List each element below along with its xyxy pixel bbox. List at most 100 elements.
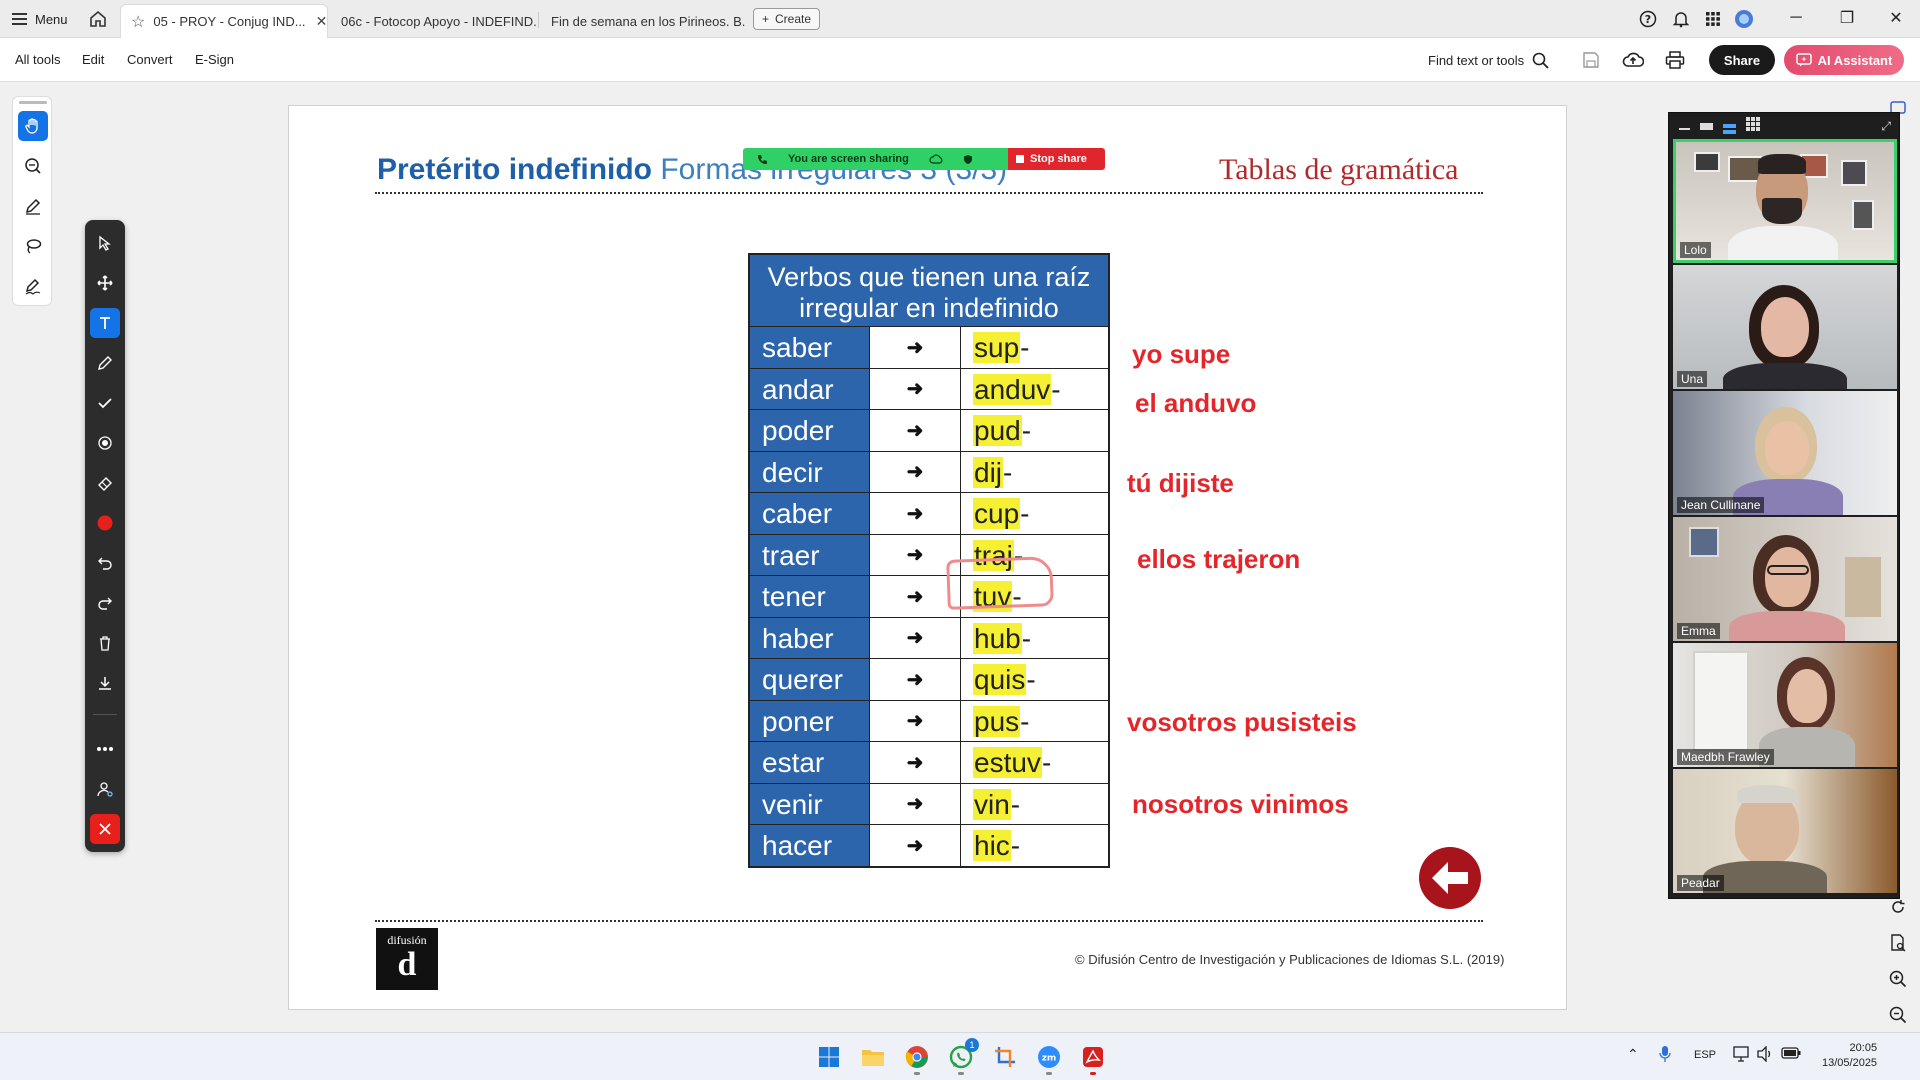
share-button[interactable]: Share (1709, 45, 1775, 75)
redo-icon[interactable] (90, 588, 120, 618)
stem-suffix: - (1003, 456, 1013, 488)
menu-button[interactable]: Menu (12, 8, 68, 30)
back-arrow-button[interactable] (1419, 847, 1481, 909)
verb-cell: caber (750, 493, 869, 534)
help-icon[interactable]: ? (1637, 8, 1659, 30)
screen-share-status-text: You are screen sharing (788, 153, 909, 165)
verb-table-row: tener ➜ tuv- (750, 575, 1108, 617)
minimize-panel-icon[interactable] (1679, 123, 1690, 130)
minimize-window-icon[interactable]: ─ (1776, 6, 1816, 30)
home-icon[interactable] (86, 7, 110, 31)
more-options-icon[interactable] (90, 734, 120, 764)
menu-edit[interactable]: Edit (82, 52, 104, 67)
system-clock[interactable]: 20:05 13/05/2025 (1822, 1041, 1877, 1071)
close-tab-icon[interactable]: ✕ (306, 13, 327, 30)
create-label: Create (775, 12, 812, 26)
clock-time: 20:05 (1849, 1042, 1878, 1054)
stop-square-icon (1016, 155, 1024, 163)
close-toolbar-icon[interactable] (90, 814, 120, 844)
apps-grid-icon[interactable] (1702, 8, 1724, 30)
hand-tool-icon[interactable] (18, 111, 48, 141)
volume-icon[interactable] (1756, 1045, 1774, 1065)
select-arrow-icon[interactable] (90, 228, 120, 258)
stem-cell: sup- (961, 327, 1108, 368)
participant-name: Maedbh Frawley (1677, 749, 1774, 765)
speaker-view-icon[interactable] (1700, 122, 1713, 130)
stem-highlight: hic (973, 830, 1011, 861)
page-search-icon[interactable] (1886, 931, 1910, 955)
tray-overflow-icon[interactable]: ⌃ (1627, 1046, 1639, 1063)
cloud-upload-icon[interactable] (1621, 48, 1645, 72)
eraser-icon[interactable] (90, 468, 120, 498)
shield-icon (963, 154, 972, 164)
print-icon[interactable] (1663, 48, 1687, 72)
snipping-tool-icon[interactable] (989, 1041, 1021, 1073)
language-indicator[interactable]: ESP (1694, 1049, 1716, 1061)
save-icon[interactable] (1579, 48, 1603, 72)
annotation-text: vosotros pusisteis (1127, 707, 1357, 737)
acrobat-icon[interactable] (1077, 1041, 1109, 1075)
participant-tile[interactable]: Una (1673, 265, 1897, 389)
restore-window-icon[interactable]: ❐ (1827, 6, 1867, 30)
expand-panel-icon[interactable]: ⤢ (1881, 119, 1891, 134)
stem-cell: quis- (961, 659, 1108, 700)
document-page[interactable]: Pretérito indefinido Formas irregulares … (288, 105, 1567, 1010)
participant-tile[interactable]: Maedbh Frawley (1673, 643, 1897, 767)
strip-view-icon[interactable] (1723, 124, 1736, 128)
tab-3[interactable]: Fin de semana en los Pirineos. B... (541, 4, 746, 38)
participant-tile[interactable]: Peadar (1673, 769, 1897, 893)
stamp-icon[interactable] (90, 428, 120, 458)
stop-share-label: Stop share (1030, 153, 1087, 165)
create-button[interactable]: + Create (753, 8, 821, 30)
tab-active[interactable]: ☆ 05 - PROY - Conjug IND... ✕ (120, 4, 328, 38)
panel-grip[interactable] (19, 101, 47, 104)
verb-table-row: caber ➜ cup- (750, 492, 1108, 534)
verb-table-row: venir ➜ vin- (750, 782, 1108, 824)
menu-e-sign[interactable]: E-Sign (195, 52, 234, 67)
display-icon[interactable] (1733, 1046, 1751, 1065)
download-icon[interactable] (90, 668, 120, 698)
zoom-app-icon[interactable]: zm (1033, 1041, 1065, 1075)
close-window-icon[interactable]: ✕ (1876, 6, 1916, 30)
checkmark-icon[interactable] (90, 388, 120, 418)
logo-letter: d (397, 946, 417, 983)
stop-share-button[interactable]: Stop share (1008, 148, 1105, 170)
participant-tile[interactable]: Lolo (1673, 139, 1897, 263)
draw-pen-icon[interactable] (18, 191, 48, 221)
menu-all-tools[interactable]: All tools (15, 52, 61, 67)
ai-assistant-button[interactable]: AI Assistant (1784, 45, 1904, 75)
color-picker-red-icon[interactable] (90, 508, 120, 538)
file-explorer-icon[interactable] (857, 1041, 889, 1073)
annotation-text: nosotros vinimos (1132, 789, 1349, 819)
participant-tile[interactable]: Jean Cullinane (1673, 391, 1897, 515)
windows-start-icon[interactable] (813, 1041, 845, 1073)
star-icon[interactable]: ☆ (131, 12, 145, 32)
text-tool-icon[interactable] (90, 308, 120, 338)
microphone-icon[interactable] (1659, 1045, 1671, 1066)
undo-icon[interactable] (90, 548, 120, 578)
verb-table-row: saber ➜ sup- (750, 326, 1108, 368)
tab-2[interactable]: 06c - Fotocop Apoyo - INDEFIND... (331, 4, 536, 38)
whatsapp-icon[interactable]: 1 (945, 1038, 979, 1075)
lasso-icon[interactable] (18, 231, 48, 261)
profile-avatar-icon[interactable] (1733, 8, 1755, 30)
menu-convert[interactable]: Convert (127, 52, 173, 67)
zoom-in-icon[interactable] (1886, 967, 1910, 991)
screen-share-status[interactable]: You are screen sharing (743, 148, 1008, 170)
pencil-icon[interactable] (90, 348, 120, 378)
find-text-or-tools[interactable]: Find text or tools (1428, 48, 1549, 72)
participant-tile[interactable]: Emma (1673, 517, 1897, 641)
comment-zoom-icon[interactable] (18, 151, 48, 181)
battery-icon[interactable] (1781, 1047, 1801, 1062)
chrome-icon[interactable] (901, 1041, 933, 1075)
signature-icon[interactable] (18, 271, 48, 301)
move-icon[interactable] (90, 268, 120, 298)
stem-suffix: - (1021, 415, 1032, 446)
user-settings-icon[interactable] (90, 774, 120, 804)
zoom-out-icon[interactable] (1886, 1003, 1910, 1027)
trash-icon[interactable] (90, 628, 120, 658)
bell-icon[interactable] (1670, 8, 1692, 30)
gallery-view-icon[interactable] (1746, 116, 1760, 136)
verb-cell: estar (750, 742, 869, 783)
tab-label: 06c - Fotocop Apoyo - INDEFIND... (341, 13, 536, 29)
